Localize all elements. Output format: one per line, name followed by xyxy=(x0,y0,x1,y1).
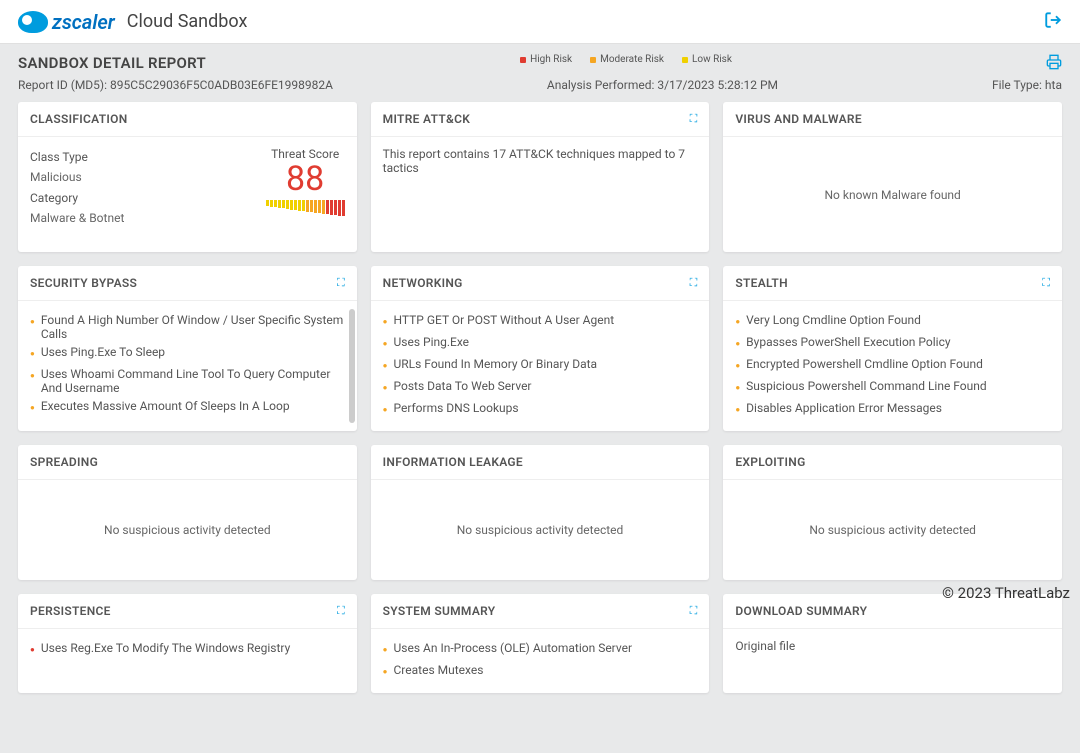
list-item: Creates Mutexes xyxy=(383,661,698,683)
expand-icon[interactable]: ⛶ xyxy=(690,112,698,126)
card-title: PERSISTENCE xyxy=(30,604,111,618)
download-text: Original file xyxy=(735,639,795,653)
card-spreading: SPREADING No suspicious activity detecte… xyxy=(18,445,357,580)
list-item: HTTP GET Or POST Without A User Agent xyxy=(383,311,698,333)
card-mitre: MITRE ATT&CK ⛶ This report contains 17 A… xyxy=(371,102,710,252)
card-persistence: PERSISTENCE ⛶ Uses Reg.Exe To Modify The… xyxy=(18,594,357,693)
card-title: DOWNLOAD SUMMARY xyxy=(735,604,867,618)
expand-icon[interactable]: ⛶ xyxy=(690,276,698,290)
expand-icon[interactable]: ⛶ xyxy=(690,604,698,618)
list-item: Disables Application Error Messages xyxy=(735,399,1050,421)
brand-name: zscaler xyxy=(52,10,115,34)
low-risk-icon xyxy=(682,57,688,63)
print-icon[interactable] xyxy=(1046,54,1062,74)
card-title: SYSTEM SUMMARY xyxy=(383,604,496,618)
list-item: Uses An In-Process (OLE) Automation Serv… xyxy=(383,639,698,661)
spreading-status: No suspicious activity detected xyxy=(104,523,271,537)
list-item: Contains Medium Sleeps (>= 30s) xyxy=(30,419,345,421)
analysis-performed: Analysis Performed: 3/17/2023 5:28:12 PM xyxy=(547,78,778,92)
leakage-status: No suspicious activity detected xyxy=(457,523,624,537)
card-title: SPREADING xyxy=(30,455,98,469)
card-system-summary: SYSTEM SUMMARY ⛶ Uses An In-Process (OLE… xyxy=(371,594,710,693)
brand-logo: zscaler xyxy=(18,10,115,34)
expand-icon[interactable]: ⛶ xyxy=(337,276,345,290)
list-item: Executes Massive Amount Of Sleeps In A L… xyxy=(30,397,345,419)
class-type-value: Malicious xyxy=(30,167,124,187)
persistence-list: Uses Reg.Exe To Modify The Windows Regis… xyxy=(30,639,345,661)
card-security-bypass: SECURITY BYPASS ⛶ Found A High Number Of… xyxy=(18,266,357,431)
threat-score-value: 88 xyxy=(266,161,345,198)
risk-legend: High Risk Moderate Risk Low Risk xyxy=(520,54,732,65)
card-information-leakage: INFORMATION LEAKAGE No suspicious activi… xyxy=(371,445,710,580)
stealth-list: Very Long Cmdline Option FoundBypasses P… xyxy=(735,311,1050,421)
app-title: Cloud Sandbox xyxy=(127,11,248,32)
cloud-icon xyxy=(18,11,48,33)
card-stealth: STEALTH ⛶ Very Long Cmdline Option Found… xyxy=(723,266,1062,431)
logout-icon[interactable] xyxy=(1044,11,1062,33)
exploiting-status: No suspicious activity detected xyxy=(809,523,976,537)
list-item: Bypasses PowerShell Execution Policy xyxy=(735,333,1050,355)
class-type-label: Class Type xyxy=(30,147,124,167)
moderate-risk-icon xyxy=(590,57,596,63)
list-item: Encrypted Powershell Cmdline Option Foun… xyxy=(735,355,1050,377)
category-value: Malware & Botnet xyxy=(30,208,124,228)
card-title: SECURITY BYPASS xyxy=(30,276,137,290)
list-item: Found A High Number Of Window / User Spe… xyxy=(30,311,345,343)
category-label: Category xyxy=(30,188,124,208)
card-title: STEALTH xyxy=(735,276,788,290)
footer-credit: © 2023 ThreatLabz xyxy=(942,584,1070,602)
card-networking: NETWORKING ⛶ HTTP GET Or POST Without A … xyxy=(371,266,710,431)
topbar: zscaler Cloud Sandbox xyxy=(0,0,1080,44)
list-item: Very Long Cmdline Option Found xyxy=(735,311,1050,333)
virus-status: No known Malware found xyxy=(824,188,960,202)
high-risk-icon xyxy=(520,57,526,63)
list-item: Uses Whoami Command Line Tool To Query C… xyxy=(30,365,345,397)
system-list: Uses An In-Process (OLE) Automation Serv… xyxy=(383,639,698,683)
report-id: Report ID (MD5): 895C5C29036F5C0ADB03E6F… xyxy=(18,78,333,92)
list-item: Performs DNS Lookups xyxy=(383,399,698,421)
threat-score-gauge xyxy=(266,200,345,216)
card-title: MITRE ATT&CK xyxy=(383,112,471,126)
card-virus: VIRUS AND MALWARE No known Malware found xyxy=(723,102,1062,252)
networking-list: HTTP GET Or POST Without A User AgentUse… xyxy=(383,311,698,421)
file-type: File Type: hta xyxy=(992,78,1062,92)
page-title: SANDBOX DETAIL REPORT xyxy=(18,54,206,72)
card-download-summary: DOWNLOAD SUMMARY Original file xyxy=(723,594,1062,693)
card-exploiting: EXPLOITING No suspicious activity detect… xyxy=(723,445,1062,580)
card-title: NETWORKING xyxy=(383,276,463,290)
card-title: EXPLOITING xyxy=(735,455,805,469)
card-title: CLASSIFICATION xyxy=(30,112,128,126)
expand-icon[interactable]: ⛶ xyxy=(1042,276,1050,290)
card-title: VIRUS AND MALWARE xyxy=(735,112,862,126)
list-item: Uses Ping.Exe To Sleep xyxy=(30,343,345,365)
card-classification: CLASSIFICATION Class Type Malicious Cate… xyxy=(18,102,357,252)
security-list: Found A High Number Of Window / User Spe… xyxy=(30,311,345,421)
list-item: Uses Reg.Exe To Modify The Windows Regis… xyxy=(30,639,345,661)
mitre-summary: This report contains 17 ATT&CK technique… xyxy=(383,147,685,175)
scrollbar[interactable] xyxy=(349,309,355,423)
list-item: Posts Data To Web Server xyxy=(383,377,698,399)
list-item: URLs Found In Memory Or Binary Data xyxy=(383,355,698,377)
list-item: Uses Ping.Exe xyxy=(383,333,698,355)
list-item: Suspicious Powershell Command Line Found xyxy=(735,377,1050,399)
card-title: INFORMATION LEAKAGE xyxy=(383,455,523,469)
expand-icon[interactable]: ⛶ xyxy=(337,604,345,618)
